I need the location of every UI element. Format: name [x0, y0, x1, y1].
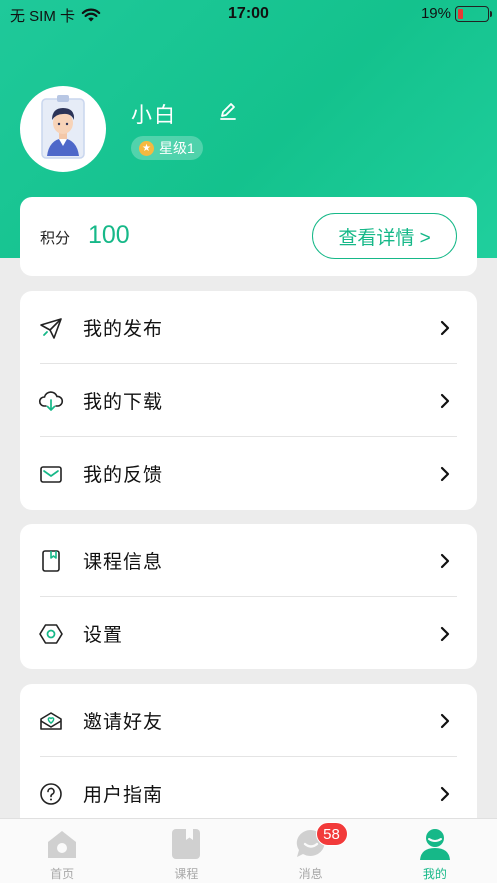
unread-count-badge: 58: [315, 822, 348, 846]
status-bar: 无 SIM 卡 17:00 19%: [0, 0, 497, 28]
menu-item-course-info[interactable]: 课程信息: [20, 524, 477, 597]
tab-me[interactable]: 我的: [373, 819, 497, 883]
chevron-right-icon: [440, 626, 450, 642]
question-circle-icon: [40, 783, 62, 805]
level-label: 星级1: [159, 140, 195, 156]
chevron-right-icon: [440, 320, 450, 336]
chevron-right-icon: [440, 553, 450, 569]
star-icon: ★: [139, 140, 154, 156]
menu-label: 邀请好友: [83, 712, 164, 733]
menu-label: 课程信息: [83, 552, 164, 573]
tab-courses[interactable]: 课程: [124, 819, 248, 883]
tab-messages[interactable]: 消息 58: [249, 819, 373, 883]
tab-label: 课程: [174, 867, 199, 881]
points-value: 100: [88, 221, 130, 249]
chevron-right-icon: [440, 466, 450, 482]
bottom-tab-bar: 首页 课程 消息 58 我的: [0, 818, 497, 883]
menu-group-2: 课程信息 设置: [20, 524, 477, 669]
chevron-right-icon: [440, 786, 450, 802]
avatar-illustration: [22, 88, 104, 170]
battery-icon: [455, 5, 492, 22]
view-details-button[interactable]: 查看详情 >: [312, 213, 457, 259]
battery-indicator: 19%: [420, 5, 492, 22]
avatar[interactable]: [20, 86, 106, 172]
user-name: 小白: [131, 104, 177, 127]
tab-label: 我的: [422, 867, 447, 881]
points-label: 积分: [40, 230, 71, 247]
user-icon: [419, 829, 450, 860]
points-card: 积分 100 查看详情 >: [20, 197, 477, 276]
menu-item-invite-friends[interactable]: 邀请好友: [20, 684, 477, 757]
battery-percent: 19%: [420, 5, 451, 22]
edit-pencil-icon[interactable]: [218, 101, 238, 121]
chevron-right-icon: [440, 713, 450, 729]
tab-label: 首页: [50, 867, 75, 881]
menu-group-1: 我的发布 我的下载 我的反馈: [20, 291, 477, 510]
menu-label: 用户指南: [83, 785, 164, 806]
menu-label: 我的下载: [83, 392, 164, 413]
tab-home[interactable]: 首页: [0, 819, 124, 883]
invite-envelope-icon: [40, 712, 62, 730]
mail-icon: [40, 466, 62, 483]
paper-plane-icon: [40, 318, 62, 339]
home-icon: [48, 831, 77, 858]
menu-label: 设置: [83, 625, 124, 646]
hexagon-settings-icon: [39, 624, 63, 644]
level-badge: ★ 星级1: [131, 136, 203, 160]
tab-label: 消息: [298, 867, 323, 881]
menu-item-settings[interactable]: 设置: [20, 597, 477, 670]
chevron-right-icon: [440, 393, 450, 409]
menu-item-my-downloads[interactable]: 我的下载: [20, 364, 477, 437]
menu-label: 我的反馈: [83, 465, 164, 486]
book-icon: [172, 829, 201, 859]
book-icon: [42, 550, 60, 572]
menu-group-3: 邀请好友 用户指南: [20, 684, 477, 830]
menu-item-my-feedback[interactable]: 我的反馈: [20, 437, 477, 510]
menu-item-my-posts[interactable]: 我的发布: [20, 291, 477, 364]
cloud-download-icon: [38, 391, 64, 411]
menu-label: 我的发布: [83, 319, 164, 340]
